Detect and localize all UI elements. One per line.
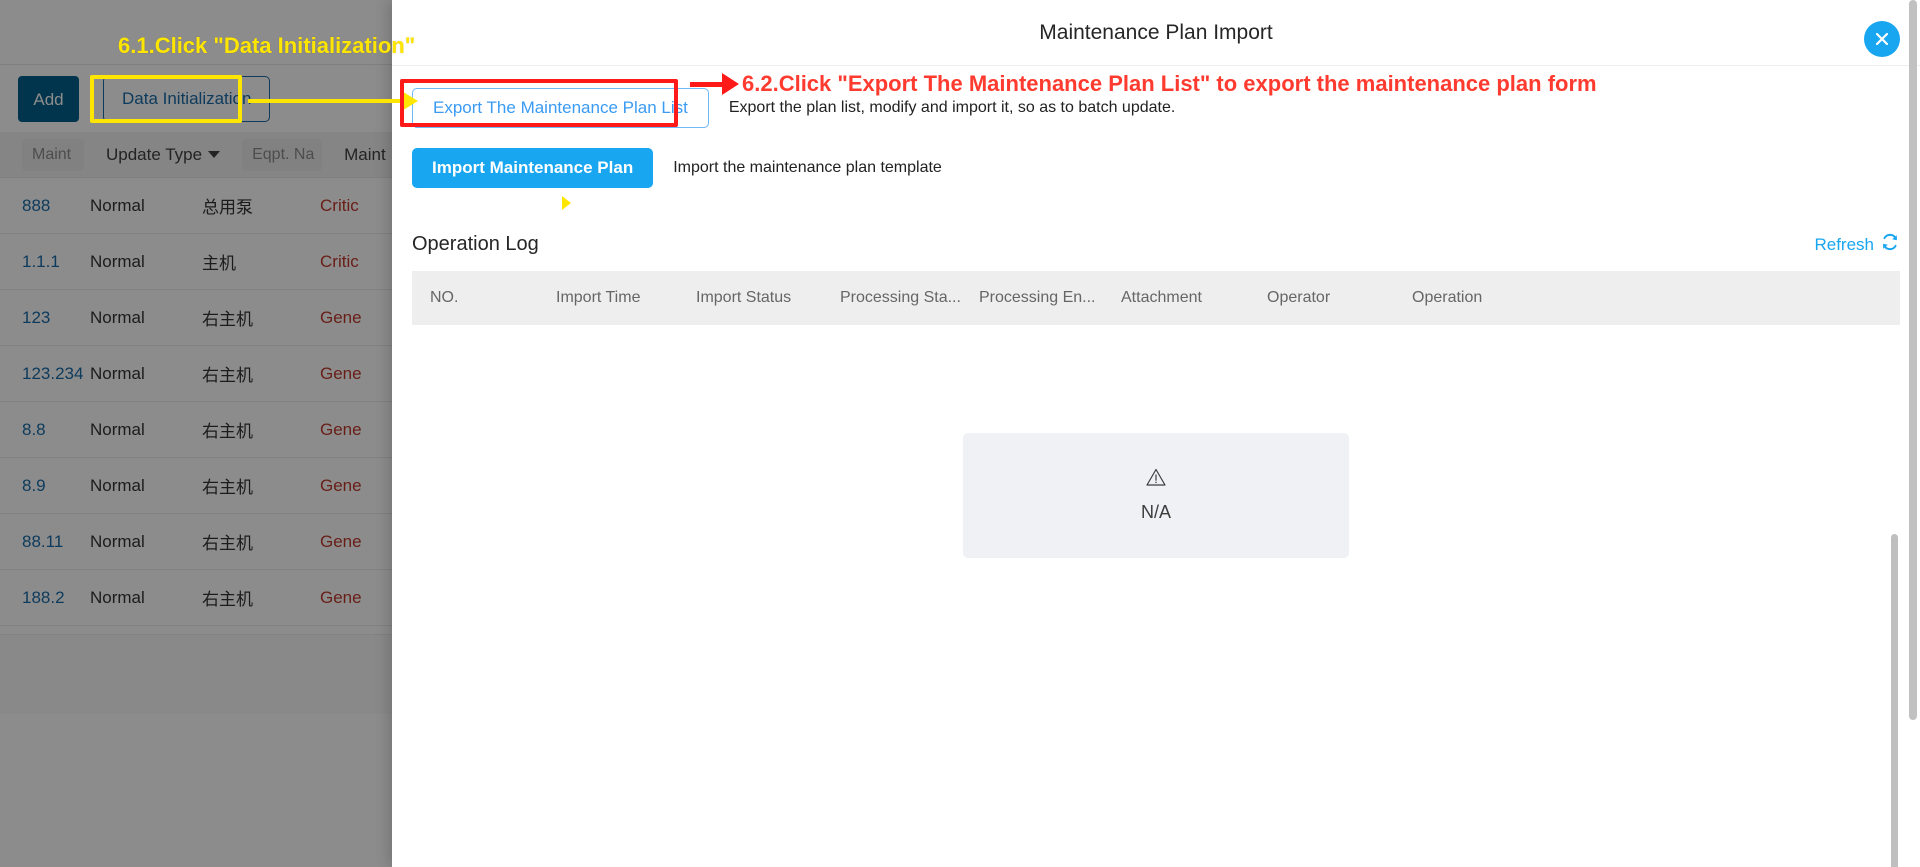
import-action-row: Import Maintenance Plan Import the maint…: [412, 148, 1900, 188]
log-column-processing-end[interactable]: Processing En...: [975, 289, 1117, 307]
data-initialization-button[interactable]: Data Initialization: [103, 75, 271, 122]
cell-eqpt: 右主机: [202, 478, 253, 497]
cell-no[interactable]: 123: [0, 308, 90, 328]
log-column-import-status[interactable]: Import Status: [692, 289, 836, 307]
cell-update-type: Normal: [90, 587, 145, 607]
close-icon[interactable]: [1864, 21, 1900, 57]
column-header-maint-plan[interactable]: Maint: [22, 138, 84, 171]
cell-update-type: Normal: [90, 475, 145, 495]
add-button[interactable]: Add: [18, 75, 79, 122]
column-header-update-type[interactable]: Update Type: [106, 144, 221, 165]
refresh-icon: [1880, 232, 1900, 257]
cell-eqpt: 主机: [202, 254, 236, 273]
cell-update-type: Normal: [90, 419, 145, 439]
refresh-label: Refresh: [1814, 234, 1874, 254]
cell-no[interactable]: 188.2: [0, 588, 90, 608]
dialog-header: Maintenance Plan Import: [392, 0, 1920, 66]
operation-log-empty-state: N/A: [412, 325, 1900, 665]
cell-eqpt: 右主机: [202, 366, 253, 385]
dialog-body: Export The Maintenance Plan List Export …: [392, 66, 1920, 867]
log-column-operator[interactable]: Operator: [1263, 289, 1408, 307]
cell-no[interactable]: 123.234: [0, 364, 90, 384]
operation-log-scrollbar[interactable]: [1891, 534, 1898, 867]
cell-eqpt: 右主机: [202, 310, 253, 329]
chevron-down-icon: [208, 151, 221, 158]
cell-eqpt: 右主机: [202, 534, 253, 553]
maintenance-plan-import-dialog: Maintenance Plan Import Export The Maint…: [392, 0, 1920, 867]
operation-log-bar: Operation Log Refresh: [412, 232, 1900, 257]
cell-eqpt: 右主机: [202, 590, 253, 609]
cell-eqpt: 右主机: [202, 422, 253, 441]
cell-update-type: Normal: [90, 195, 145, 215]
screenshot-root: Add Data Initialization Maint Update Typ…: [0, 0, 1920, 867]
dialog-scrollbar[interactable]: [1909, 0, 1917, 720]
cell-update-type: Normal: [90, 307, 145, 327]
operation-log-title: Operation Log: [412, 233, 539, 255]
column-header-eqpt-name[interactable]: Eqpt. Na: [242, 138, 323, 171]
operation-log-table: NO. Import Time Import Status Processing…: [412, 271, 1900, 867]
export-action-row: Export The Maintenance Plan List Export …: [412, 88, 1900, 128]
cell-no[interactable]: 88.11: [0, 532, 90, 552]
cell-eqpt: 总用泵: [202, 198, 253, 217]
empty-state-text: N/A: [1140, 502, 1171, 522]
import-maintenance-plan-button[interactable]: Import Maintenance Plan: [412, 148, 654, 188]
log-column-no[interactable]: NO.: [412, 289, 552, 307]
cell-update-type: Normal: [90, 363, 145, 383]
export-maintenance-plan-list-button[interactable]: Export The Maintenance Plan List: [412, 88, 709, 128]
warning-triangle-icon: [1145, 467, 1167, 492]
column-header-update-type-label: Update Type: [106, 144, 203, 164]
refresh-button[interactable]: Refresh: [1814, 232, 1900, 257]
log-column-operation[interactable]: Operation: [1408, 289, 1568, 307]
cell-update-type: Normal: [90, 251, 145, 271]
operation-log-header-row: NO. Import Time Import Status Processing…: [412, 271, 1900, 325]
cell-no[interactable]: 8.9: [0, 476, 90, 496]
dialog-title: Maintenance Plan Import: [1039, 20, 1273, 44]
cell-no[interactable]: 1.1.1: [0, 252, 90, 272]
cell-update-type: Normal: [90, 531, 145, 551]
column-header-maint-level[interactable]: Maint: [344, 145, 386, 165]
log-column-attachment[interactable]: Attachment: [1117, 289, 1263, 307]
log-column-import-time[interactable]: Import Time: [552, 289, 692, 307]
cell-no[interactable]: 8.8: [0, 420, 90, 440]
log-column-processing-start[interactable]: Processing Sta...: [836, 289, 975, 307]
export-description: Export the plan list, modify and import …: [728, 99, 1176, 116]
cell-no[interactable]: 888: [0, 196, 90, 216]
empty-state-box: N/A: [963, 432, 1349, 558]
import-description: Import the maintenance plan template: [673, 159, 942, 176]
